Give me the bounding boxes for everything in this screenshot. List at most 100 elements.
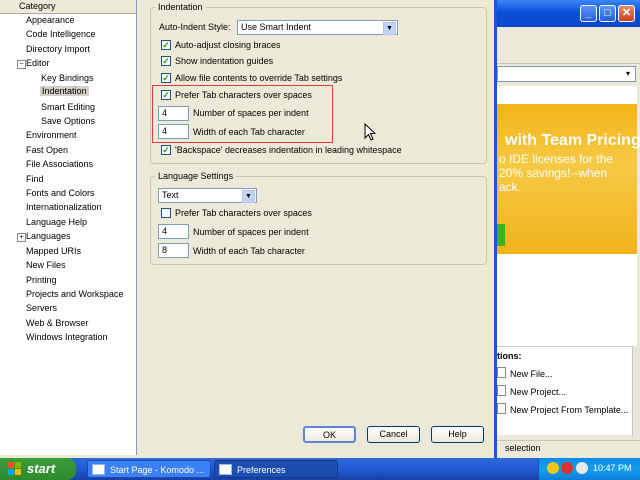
- start-label: start: [27, 461, 56, 476]
- lang-prefer-tabs-label: Prefer Tab characters over spaces: [175, 208, 312, 218]
- volume-icon[interactable]: [576, 462, 588, 474]
- chevron-down-icon[interactable]: ▼: [383, 22, 396, 35]
- tab-width-label: Width of each Tab character: [193, 127, 305, 137]
- template-icon: [497, 403, 506, 414]
- tree-item-printing[interactable]: Printing: [26, 275, 57, 285]
- task-label: New Project From Template...: [510, 405, 629, 415]
- spaces-per-indent-input[interactable]: 4: [158, 106, 189, 121]
- backspace-checkbox[interactable]: ✓: [161, 145, 171, 155]
- tree-item-indentation[interactable]: Indentation: [40, 86, 89, 96]
- help-button[interactable]: Help: [431, 426, 484, 443]
- lang-tab-width-label: Width of each Tab character: [193, 246, 305, 256]
- tree-item-language-help[interactable]: Language Help: [26, 217, 87, 227]
- taskbar-item-label: Start Page - Komodo ...: [110, 465, 205, 475]
- lang-tab-width-input[interactable]: 8: [158, 243, 189, 258]
- tab-width-input[interactable]: 4: [158, 124, 189, 139]
- tree-item-servers[interactable]: Servers: [26, 303, 57, 313]
- komodo-window-icon: [92, 464, 105, 475]
- backspace-label: 'Backspace' decreases indentation in lea…: [175, 145, 402, 155]
- tree-item-save-options[interactable]: Save Options: [41, 116, 95, 126]
- auto-adjust-checkbox[interactable]: ✓: [161, 40, 171, 50]
- project-icon: [497, 385, 506, 396]
- tree-item-find[interactable]: Find: [26, 174, 44, 184]
- category-tree[interactable]: Category Appearance Code Intelligence Di…: [0, 0, 137, 455]
- tree-item-smart-editing[interactable]: Smart Editing: [41, 102, 95, 112]
- preferences-dialog: Category Appearance Code Intelligence Di…: [0, 0, 497, 458]
- clock[interactable]: 10:47 PM: [593, 463, 632, 473]
- close-button[interactable]: ✕: [618, 5, 635, 22]
- tree-item-internationalization[interactable]: Internationalization: [26, 202, 102, 212]
- tree-item-code-intelligence[interactable]: Code Intelligence: [26, 29, 96, 39]
- tree-item-appearance[interactable]: Appearance: [26, 15, 75, 25]
- auto-indent-select[interactable]: Use Smart Indent ▼: [237, 20, 398, 35]
- tree-item-windows-integration[interactable]: Windows Integration: [26, 332, 108, 342]
- tree-item-editor[interactable]: Editor: [26, 58, 50, 68]
- scrollbar[interactable]: [632, 346, 640, 436]
- windows-logo-icon: [8, 462, 21, 475]
- mouse-pointer-icon: [364, 123, 376, 141]
- prefer-tabs-label: Prefer Tab characters over spaces: [175, 90, 312, 100]
- tree-item-key-bindings[interactable]: Key Bindings: [41, 73, 94, 83]
- auto-adjust-label: Auto-adjust closing braces: [175, 40, 281, 50]
- file-icon: [497, 367, 506, 378]
- background-app-window: _ □ ✕ ▾ with Team Pricing o IDE licenses…: [497, 0, 640, 458]
- tasks-title: tions:: [497, 351, 522, 361]
- start-page-content: with Team Pricing o IDE licenses for the…: [497, 86, 640, 435]
- promo-banner[interactable]: with Team Pricing o IDE licenses for the…: [497, 104, 640, 254]
- auto-indent-value: Use Smart Indent: [241, 22, 312, 32]
- language-settings-legend: Language Settings: [155, 171, 237, 181]
- background-toolbar: [497, 27, 640, 64]
- indentation-legend: Indentation: [155, 2, 206, 12]
- tree-item-environment[interactable]: Environment: [26, 130, 77, 140]
- allow-override-checkbox[interactable]: ✓: [161, 73, 171, 83]
- background-title-bar: _ □ ✕: [497, 0, 640, 27]
- tree-item-file-associations[interactable]: File Associations: [26, 159, 93, 169]
- tree-item-mapped-uris[interactable]: Mapped URIs: [26, 246, 81, 256]
- category-header: Category: [0, 0, 136, 14]
- network-icon[interactable]: [547, 462, 559, 474]
- promo-banner-title: with Team Pricing: [505, 132, 640, 149]
- security-icon[interactable]: [561, 462, 573, 474]
- tree-item-web-and-browser[interactable]: Web & Browser: [26, 318, 88, 328]
- task-new-file[interactable]: New File...: [497, 367, 553, 379]
- tree-item-projects-and-workspace[interactable]: Projects and Workspace: [26, 289, 123, 299]
- expand-icon[interactable]: +: [17, 233, 26, 242]
- taskbar-item-label: Preferences: [237, 465, 286, 475]
- minimize-button[interactable]: _: [580, 5, 597, 22]
- promo-button-edge[interactable]: [497, 224, 505, 246]
- taskbar-item-komodo[interactable]: Start Page - Komodo ...: [87, 460, 211, 478]
- language-value: Text: [162, 190, 179, 200]
- taskbar: start Start Page - Komodo ... Preference…: [0, 458, 640, 480]
- show-guides-label: Show indentation guides: [175, 56, 274, 66]
- lang-spaces-input[interactable]: 4: [158, 224, 189, 239]
- lang-spaces-label: Number of spaces per indent: [193, 227, 309, 237]
- promo-banner-text: o IDE licenses for the 20% savings!--whe…: [499, 152, 614, 194]
- ok-button[interactable]: OK: [303, 426, 356, 443]
- task-new-project-template[interactable]: New Project From Template...: [497, 403, 628, 415]
- maximize-button[interactable]: □: [599, 5, 616, 22]
- tree-item-directory-import[interactable]: Directory Import: [26, 44, 90, 54]
- task-new-project[interactable]: New Project...: [497, 385, 566, 397]
- tree-item-languages[interactable]: Languages: [26, 231, 71, 241]
- lang-prefer-tabs-checkbox[interactable]: [161, 208, 171, 218]
- start-button[interactable]: start: [0, 458, 76, 480]
- taskbar-item-preferences[interactable]: Preferences: [214, 460, 338, 478]
- language-select[interactable]: Text ▼: [158, 188, 257, 203]
- cancel-button[interactable]: Cancel: [367, 426, 420, 443]
- status-bar: selection: [497, 440, 640, 457]
- tasks-panel: tions: New File... New Project... New Pr…: [497, 346, 637, 435]
- system-tray: 10:47 PM: [538, 458, 640, 480]
- tree-item-new-files[interactable]: New Files: [26, 260, 66, 270]
- category-header-label: Category: [19, 1, 56, 11]
- show-guides-checkbox[interactable]: ✓: [161, 56, 171, 66]
- preferences-window-icon: [219, 464, 232, 475]
- chevron-down-icon[interactable]: ▾: [623, 68, 633, 80]
- tree-item-fast-open[interactable]: Fast Open: [26, 145, 68, 155]
- chevron-down-icon[interactable]: ▼: [242, 190, 255, 203]
- background-combo[interactable]: ▾: [497, 66, 636, 82]
- collapse-icon[interactable]: −: [17, 60, 26, 69]
- spaces-per-indent-label: Number of spaces per indent: [193, 108, 309, 118]
- auto-indent-label: Auto-Indent Style:: [159, 22, 231, 32]
- tree-item-fonts-and-colors[interactable]: Fonts and Colors: [26, 188, 95, 198]
- prefer-tabs-checkbox[interactable]: ✓: [161, 90, 171, 100]
